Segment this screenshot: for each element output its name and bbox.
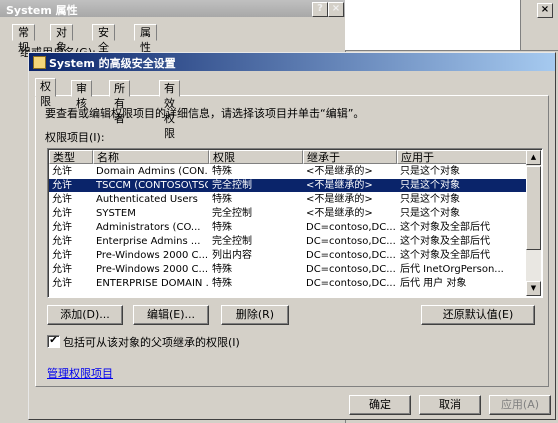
cell-inherited-from: <不是继承的> bbox=[306, 208, 373, 219]
cell-name: Pre-Windows 2000 C... bbox=[96, 250, 208, 261]
side-window-edge: × bbox=[520, 0, 558, 50]
inherit-checkbox-label[interactable]: 包括可从该对象的父项继承的权限(I) bbox=[63, 334, 240, 350]
cell-type: 允许 bbox=[52, 236, 72, 247]
cancel-button[interactable]: 取消 bbox=[419, 395, 481, 415]
background-window-titlebar: System 属性 ? × bbox=[0, 0, 345, 17]
cell-permission: 特殊 bbox=[212, 278, 232, 289]
cell-apply-to: 只是这个对象 bbox=[400, 194, 460, 205]
cell-permission: 特殊 bbox=[212, 264, 232, 275]
checkmark-icon: ✔ bbox=[49, 335, 58, 346]
close-icon[interactable]: × bbox=[328, 2, 344, 17]
cell-permission: 特殊 bbox=[212, 166, 232, 177]
cell-name: SYSTEM bbox=[96, 208, 136, 219]
table-row[interactable]: 允许 Pre-Windows 2000 C... 特殊 DC=contoso,DC..… bbox=[49, 263, 529, 276]
tab-permissions[interactable]: 权限 bbox=[35, 78, 56, 108]
cell-inherited-from: DC=contoso,DC... bbox=[306, 236, 396, 247]
cell-type: 允许 bbox=[52, 250, 72, 261]
table-row[interactable]: 允许 SYSTEM 完全控制 <不是继承的> 只是这个对象 bbox=[49, 207, 529, 220]
column-header-permission[interactable]: 权限 bbox=[209, 150, 303, 164]
manage-permission-entries-link[interactable]: 管理权限项目 bbox=[47, 365, 113, 381]
add-button[interactable]: 添加(D)... bbox=[47, 305, 123, 325]
bg-tab-attribute-editor[interactable]: 属性编辑器 bbox=[134, 24, 157, 99]
cell-permission: 特殊 bbox=[212, 222, 232, 233]
cell-inherited-from: <不是继承的> bbox=[306, 194, 373, 205]
cell-name: Administrators (CO... bbox=[96, 222, 201, 233]
cell-type: 允许 bbox=[52, 208, 72, 219]
cell-type: 允许 bbox=[52, 264, 72, 275]
cell-permission: 完全控制 bbox=[212, 180, 252, 191]
instruction-text: 要查看或编辑权限项目的详细信息，请选择该项目并单击“编辑”。 bbox=[45, 107, 365, 120]
cell-type: 允许 bbox=[52, 180, 72, 191]
list-header: 类型 名称 权限 继承于 应用于 bbox=[49, 150, 529, 164]
inherit-checkbox[interactable]: ✔ bbox=[47, 335, 60, 348]
cell-name: Domain Admins (CON... bbox=[96, 166, 208, 177]
cell-apply-to: 这个对象及全部后代 bbox=[400, 236, 490, 247]
cell-permission: 完全控制 bbox=[212, 236, 252, 247]
cell-name: ENTERPRISE DOMAIN ... bbox=[96, 278, 208, 289]
cell-name: Pre-Windows 2000 C... bbox=[96, 264, 208, 275]
table-row[interactable]: 允许 Administrators (CO... 特殊 DC=contoso,DC..… bbox=[49, 221, 529, 234]
table-row[interactable]: 允许 Pre-Windows 2000 C... 列出内容 DC=contoso,DC… bbox=[49, 249, 529, 262]
dialog-title: System 的高级安全设置 bbox=[49, 57, 176, 70]
cell-apply-to: 后代 用户 对象 bbox=[400, 278, 467, 289]
table-row[interactable]: 允许 TSCCM (CONTOSO\TSC... 完全控制 <不是继承的> 只是这个对象 bbox=[49, 179, 529, 192]
tab-auditing[interactable]: 审核 bbox=[71, 80, 92, 110]
folder-icon bbox=[33, 56, 46, 69]
cell-inherited-from: DC=contoso,DC... bbox=[306, 264, 396, 275]
remove-button[interactable]: 删除(R) bbox=[221, 305, 289, 325]
column-header-inherited-from[interactable]: 继承于 bbox=[303, 150, 397, 164]
cell-type: 允许 bbox=[52, 222, 72, 233]
cell-inherited-from: <不是继承的> bbox=[306, 166, 373, 177]
table-row[interactable]: 允许 Domain Admins (CON... 特殊 <不是继承的> 只是这个对象 bbox=[49, 165, 529, 178]
scroll-thumb[interactable] bbox=[526, 166, 541, 250]
help-icon[interactable]: ? bbox=[312, 2, 328, 17]
scroll-down-icon[interactable]: ▼ bbox=[526, 281, 541, 296]
apply-button[interactable]: 应用(A) bbox=[489, 395, 551, 415]
bg-tab-object[interactable]: 对象 bbox=[50, 24, 73, 54]
bg-tab-security[interactable]: 安全 bbox=[92, 24, 115, 54]
cell-type: 允许 bbox=[52, 166, 72, 177]
scroll-up-icon[interactable]: ▲ bbox=[526, 150, 541, 165]
cell-inherited-from: <不是继承的> bbox=[306, 180, 373, 191]
cell-name: Enterprise Admins ... bbox=[96, 236, 201, 247]
cell-apply-to: 只是这个对象 bbox=[400, 208, 460, 219]
cell-apply-to: 只是这个对象 bbox=[400, 166, 460, 177]
cell-permission: 特殊 bbox=[212, 194, 232, 205]
table-row[interactable]: 允许 Authenticated Users 特殊 <不是继承的> 只是这个对象 bbox=[49, 193, 529, 206]
cell-inherited-from: DC=contoso,DC... bbox=[306, 278, 396, 289]
vertical-scrollbar[interactable]: ▲ ▼ bbox=[526, 150, 541, 296]
permission-entries-label: 权限项目(I): bbox=[45, 131, 105, 144]
edit-button[interactable]: 编辑(E)... bbox=[133, 305, 209, 325]
cell-type: 允许 bbox=[52, 194, 72, 205]
table-row[interactable]: 允许 Enterprise Admins ... 完全控制 DC=contoso,DC… bbox=[49, 235, 529, 248]
column-header-apply-to[interactable]: 应用于 bbox=[397, 150, 529, 164]
table-row[interactable]: 允许 ENTERPRISE DOMAIN ... 特殊 DC=contoso,DC..… bbox=[49, 277, 529, 290]
column-header-name[interactable]: 名称 bbox=[93, 150, 209, 164]
permission-list[interactable]: 类型 名称 权限 继承于 应用于 允许 Domain Admins (CON...… bbox=[47, 148, 543, 298]
cell-permission: 完全控制 bbox=[212, 208, 252, 219]
cell-apply-to: 只是这个对象 bbox=[400, 180, 460, 191]
cell-inherited-from: DC=contoso,DC... bbox=[306, 250, 396, 261]
cell-apply-to: 这个对象及全部后代 bbox=[400, 250, 490, 261]
cell-name: TSCCM (CONTOSO\TSC... bbox=[96, 180, 208, 191]
close-icon[interactable]: × bbox=[537, 3, 553, 18]
advanced-security-dialog: System 的高级安全设置 权限 审核 所有者 有效权限 要查看或编辑权限项目… bbox=[28, 52, 556, 420]
bg-tab-general[interactable]: 常规 bbox=[12, 24, 35, 54]
tab-owner[interactable]: 所有者 bbox=[109, 80, 130, 125]
restore-defaults-button[interactable]: 还原默认值(E) bbox=[421, 305, 535, 325]
dialog-titlebar: System 的高级安全设置 bbox=[29, 53, 555, 71]
tab-effective-permissions[interactable]: 有效权限 bbox=[159, 80, 180, 140]
cell-type: 允许 bbox=[52, 278, 72, 289]
cell-apply-to: 这个对象及全部后代 bbox=[400, 222, 490, 233]
cell-permission: 列出内容 bbox=[212, 250, 252, 261]
cell-apply-to: 后代 InetOrgPerson... bbox=[400, 264, 504, 275]
cell-name: Authenticated Users bbox=[96, 194, 198, 205]
background-window-title: System 属性 bbox=[6, 4, 78, 17]
column-header-type[interactable]: 类型 bbox=[49, 150, 93, 164]
ok-button[interactable]: 确定 bbox=[349, 395, 411, 415]
cell-inherited-from: DC=contoso,DC... bbox=[306, 222, 396, 233]
